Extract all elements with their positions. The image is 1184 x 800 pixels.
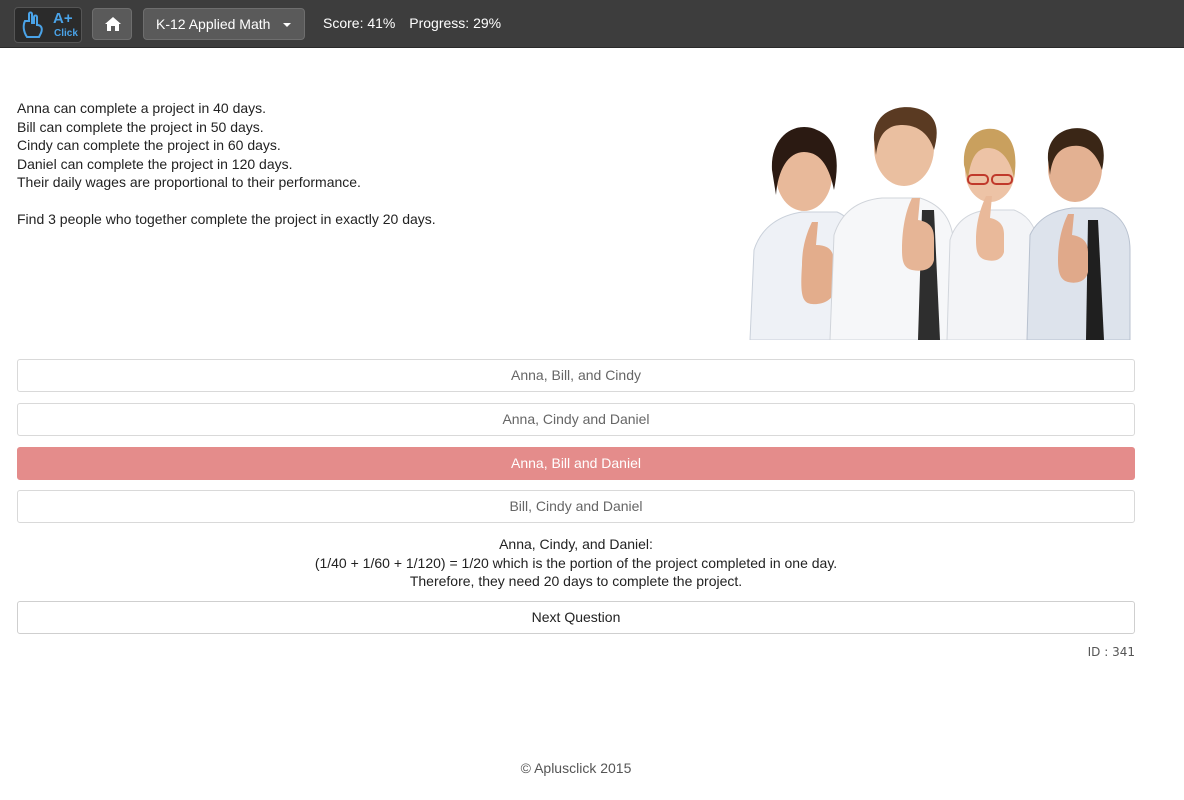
explanation-line: Therefore, they need 20 days to complete…	[409, 573, 743, 590]
logo-click-text: Click	[54, 28, 78, 39]
answer-choice-3-selected-wrong[interactable]: Anna, Bill and Daniel	[17, 447, 1135, 480]
person-figure	[829, 107, 955, 340]
course-dropdown-label: K-12 Applied Math	[156, 16, 271, 32]
score-progress: Score: 41% Progress: 29%	[323, 15, 511, 31]
answer-choice-1[interactable]: Anna, Bill, and Cindy	[17, 359, 1135, 392]
course-dropdown[interactable]: K-12 Applied Math	[143, 8, 305, 40]
question-line: Cindy can complete the project in 60 day…	[17, 137, 281, 154]
question-line: Daniel can complete the project in 120 d…	[17, 155, 293, 172]
top-navbar: A+ Click K-12 Applied Math Score: 41% Pr…	[0, 0, 1184, 48]
score-text: Score: 41%	[323, 15, 396, 31]
team-thumbs-up-image	[749, 107, 1131, 340]
question-prompt: Find 3 people who together complete the …	[17, 210, 436, 227]
person-figure	[1026, 128, 1131, 340]
question-line: Their daily wages are proportional to th…	[17, 174, 361, 191]
question-line: Anna can complete a project in 40 days.	[17, 100, 267, 116]
question-id: ID : 341	[1087, 645, 1135, 659]
footer-copyright: © Aplusclick 2015	[520, 760, 632, 776]
next-question-button[interactable]: Next Question	[17, 601, 1135, 634]
answer-explanation: Anna, Cindy, and Daniel: (1/40 + 1/60 + …	[17, 535, 1135, 591]
home-icon	[105, 17, 121, 31]
aplusclick-logo[interactable]: A+ Click	[14, 7, 82, 43]
person-figure	[946, 128, 1039, 340]
explanation-line: Anna, Cindy, and Daniel:	[499, 536, 653, 552]
answer-choice-4[interactable]: Bill, Cindy and Daniel	[17, 490, 1135, 523]
explanation-line: (1/40 + 1/60 + 1/120) = 1/20 which is th…	[314, 554, 838, 571]
caret-down-icon	[283, 23, 291, 27]
home-button[interactable]	[92, 8, 132, 40]
hand-icon	[22, 11, 43, 38]
progress-text: Progress: 29%	[409, 15, 502, 31]
question-text: Anna can complete a project in 40 days. …	[17, 99, 697, 229]
answer-choice-2[interactable]: Anna, Cindy and Daniel	[17, 403, 1135, 436]
question-line: Bill can complete the project in 50 days…	[17, 118, 264, 135]
logo-aplus-text: A+	[53, 10, 73, 27]
